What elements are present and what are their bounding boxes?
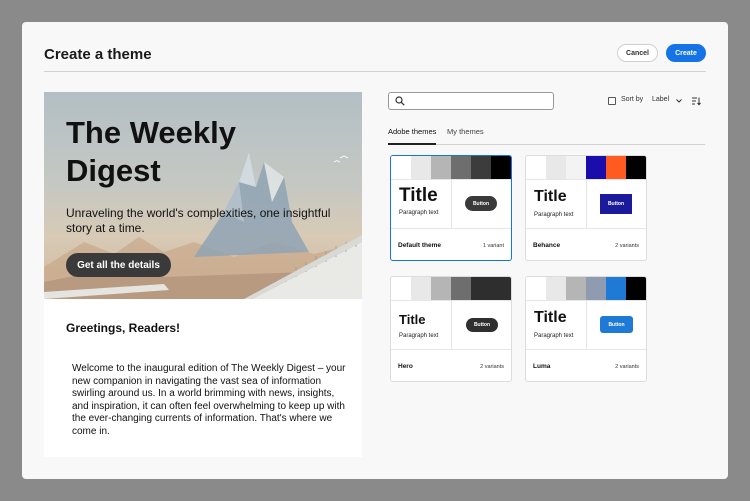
card-sample-paragraph: Paragraph text bbox=[534, 212, 574, 218]
swatch bbox=[471, 277, 491, 300]
swatch bbox=[606, 156, 626, 179]
card-theme-name: Behance bbox=[533, 242, 561, 249]
swatch bbox=[526, 277, 546, 300]
swatch bbox=[546, 277, 566, 300]
card-variant-count: 1 variant bbox=[482, 243, 504, 249]
card-theme-name: Hero bbox=[398, 363, 413, 370]
swatch bbox=[431, 277, 451, 300]
create-button[interactable]: Create bbox=[666, 44, 706, 62]
swatch bbox=[526, 156, 546, 179]
swatch bbox=[391, 277, 411, 300]
swatch bbox=[451, 277, 471, 300]
search-icon bbox=[395, 96, 405, 106]
swatch bbox=[626, 156, 646, 179]
card-sample: Title Paragraph text Button bbox=[391, 300, 511, 350]
sort-order-icon[interactable] bbox=[691, 96, 701, 106]
color-swatches bbox=[391, 277, 511, 300]
tab-my-themes[interactable]: My themes bbox=[447, 127, 484, 136]
preview-hero: The Weekly Digest Unraveling the world's… bbox=[44, 92, 362, 299]
sort-label: Sort by bbox=[621, 96, 644, 103]
swatch bbox=[431, 156, 451, 179]
theme-card-hero[interactable]: Title Paragraph text Button Hero 2 varia… bbox=[390, 276, 512, 382]
chevron-down-icon[interactable] bbox=[675, 97, 683, 105]
card-sample-title: Title bbox=[399, 185, 438, 206]
swatch bbox=[491, 156, 511, 179]
swatch bbox=[411, 277, 431, 300]
color-swatches bbox=[526, 277, 646, 300]
swatch bbox=[586, 156, 606, 179]
swatch bbox=[546, 156, 566, 179]
color-swatches bbox=[526, 156, 646, 179]
card-variant-count: 2 variants bbox=[480, 364, 504, 370]
card-theme-name: Default theme bbox=[398, 242, 441, 249]
swatch bbox=[411, 156, 431, 179]
card-sample: Title Paragraph text Button bbox=[526, 300, 646, 350]
hero-cta-button: Get all the details bbox=[66, 253, 171, 277]
header-divider bbox=[44, 71, 706, 72]
swatch bbox=[566, 156, 586, 179]
swatch bbox=[566, 277, 586, 300]
theme-card-luma[interactable]: Title Paragraph text Button Luma 2 varia… bbox=[525, 276, 647, 382]
card-sample-paragraph: Paragraph text bbox=[534, 333, 574, 339]
card-variant-count: 2 variants bbox=[615, 364, 639, 370]
cancel-button[interactable]: Cancel bbox=[617, 44, 658, 62]
swatch bbox=[391, 156, 411, 179]
swatch bbox=[586, 277, 606, 300]
hero-title: The Weekly Digest bbox=[66, 115, 237, 188]
theme-preview: The Weekly Digest Unraveling the world's… bbox=[44, 92, 362, 457]
card-sample-title: Title bbox=[399, 312, 426, 327]
card-sample-title: Title bbox=[534, 188, 567, 205]
swatch bbox=[491, 277, 511, 300]
swatch bbox=[471, 156, 491, 179]
card-sample: Title Paragraph text Button bbox=[391, 179, 511, 229]
swatch bbox=[606, 277, 626, 300]
card-sample-button: Button bbox=[600, 316, 633, 333]
dialog-title: Create a theme bbox=[44, 46, 152, 63]
theme-search[interactable] bbox=[388, 92, 554, 110]
hero-subtitle: Unraveling the world's complexities, one… bbox=[66, 206, 331, 235]
preview-greeting: Greetings, Readers! bbox=[66, 321, 181, 335]
card-sample: Title Paragraph text Button bbox=[526, 179, 646, 229]
card-sample-button: Button bbox=[466, 318, 498, 332]
sort-checkbox[interactable] bbox=[608, 97, 616, 105]
theme-card-default[interactable]: Title Paragraph text Button Default them… bbox=[390, 155, 512, 261]
color-swatches bbox=[391, 156, 511, 179]
swatch bbox=[626, 277, 646, 300]
preview-body: Welcome to the inaugural edition of The … bbox=[72, 363, 346, 437]
card-sample-paragraph: Paragraph text bbox=[399, 210, 439, 216]
tab-adobe-themes[interactable]: Adobe themes bbox=[388, 127, 436, 136]
card-sample-button: Button bbox=[465, 196, 497, 211]
card-sample-paragraph: Paragraph text bbox=[399, 333, 439, 339]
active-tab-indicator bbox=[388, 143, 436, 145]
card-sample-button: Button bbox=[600, 194, 632, 214]
create-theme-dialog: Create a theme Cancel Create The Weekly … bbox=[22, 22, 728, 479]
sort-dropdown[interactable]: Label bbox=[652, 96, 669, 103]
theme-card-behance[interactable]: Title Paragraph text Button Behance 2 va… bbox=[525, 155, 647, 261]
search-input[interactable] bbox=[409, 94, 549, 108]
swatch bbox=[451, 156, 471, 179]
card-variant-count: 2 variants bbox=[615, 243, 639, 249]
card-sample-title: Title bbox=[534, 309, 567, 326]
card-theme-name: Luma bbox=[533, 363, 551, 370]
